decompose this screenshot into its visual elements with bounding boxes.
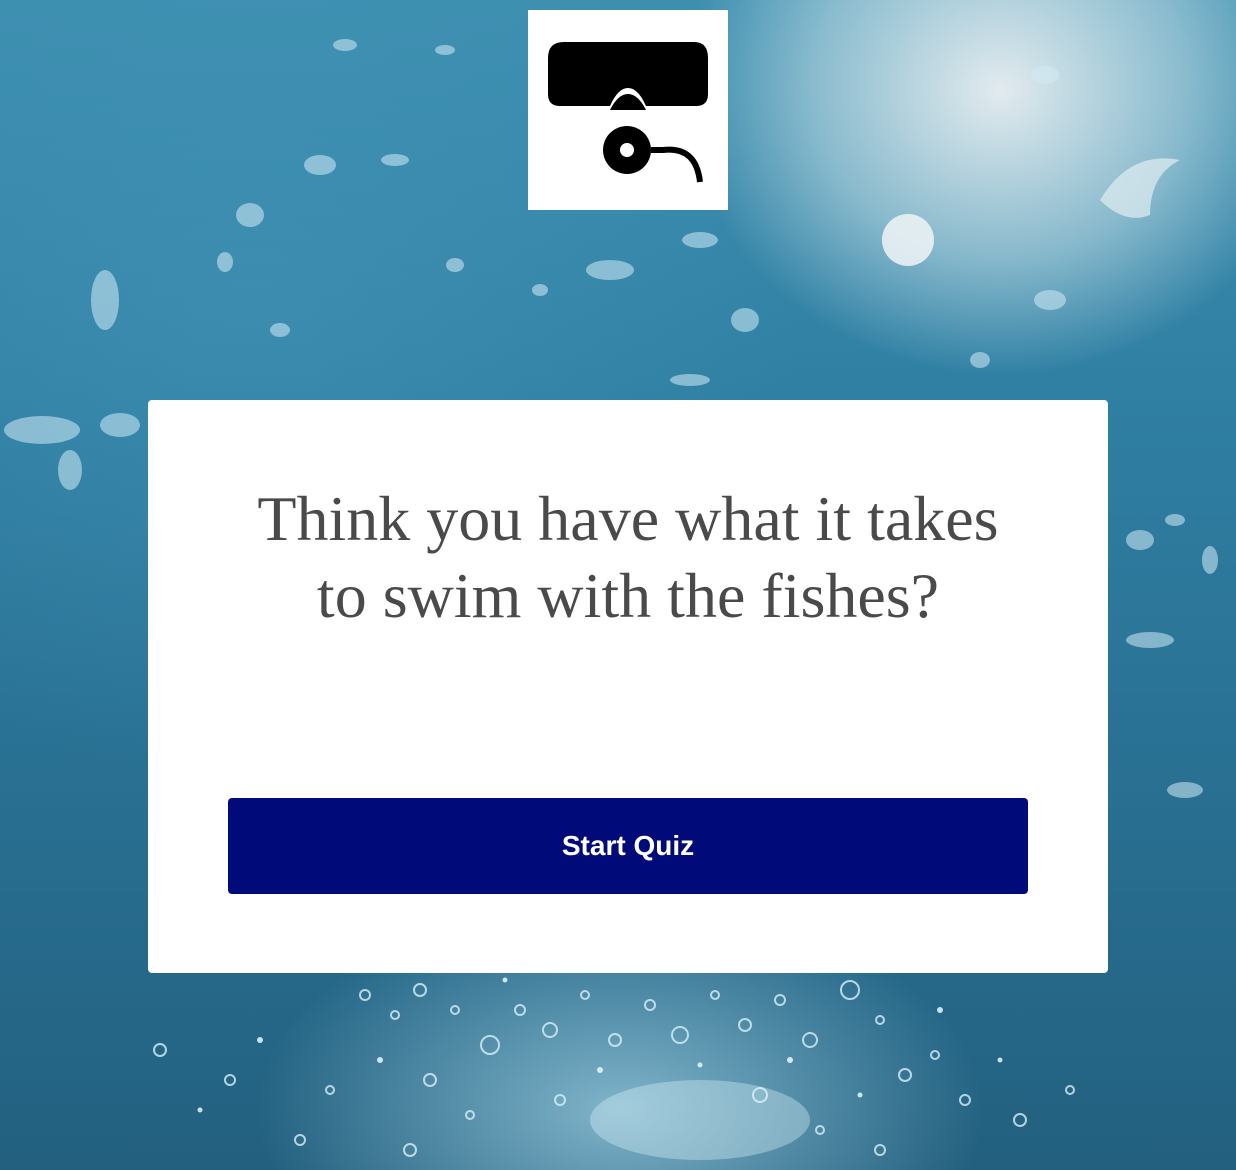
start-quiz-button[interactable]: Start Quiz (228, 798, 1028, 894)
quiz-headline: Think you have what it takes to swim wit… (257, 483, 999, 631)
diving-mask-snorkel-icon (548, 42, 708, 183)
quiz-intro-card: Think you have what it takes to swim wit… (148, 400, 1108, 973)
logo (528, 10, 728, 210)
